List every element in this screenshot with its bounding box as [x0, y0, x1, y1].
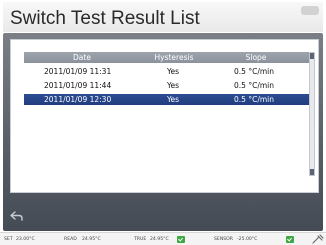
column-header-slope[interactable]: Slope: [208, 52, 304, 63]
scroll-down-arrow[interactable]: [310, 169, 314, 175]
screen: Switch Test Result List Date Hysteresis …: [0, 0, 326, 245]
cell-slope: 0.5 °C/min: [234, 95, 274, 104]
status-sensor-value: -25.00°C: [237, 237, 258, 242]
status-bar: SET 23.00°C READ 24.95°C TRUE 24.95°C SE…: [0, 232, 326, 245]
probe-icon: [312, 234, 324, 244]
sensor-ok-check-icon: [286, 236, 294, 243]
scrollbar[interactable]: [309, 52, 315, 176]
table-header: Date Hysteresis Slope: [24, 52, 309, 63]
page-title: Switch Test Result List: [10, 8, 200, 29]
cell-date: 2011/01/09 11:31: [44, 67, 112, 76]
cell-slope: 0.5 °C/min: [234, 67, 274, 76]
status-read-label: READ: [64, 237, 77, 242]
table-row[interactable]: 2011/01/09 11:31 Yes 0.5 °C/min: [24, 66, 309, 77]
cell-hysteresis: Yes: [166, 95, 180, 104]
status-true-value: 24.95°C: [150, 237, 169, 242]
status-sensor-label: SENSOR: [214, 237, 233, 242]
table-row[interactable]: 2011/01/09 11:44 Yes 0.5 °C/min: [24, 80, 309, 91]
status-set-label: SET: [4, 237, 13, 242]
scroll-up-arrow[interactable]: [310, 53, 314, 59]
table-row-selected[interactable]: 2011/01/09 12:30 Yes 0.5 °C/min: [24, 94, 309, 105]
status-set-value: 23.00°C: [16, 237, 35, 242]
corner-badge: [301, 6, 319, 15]
cell-slope: 0.5 °C/min: [234, 81, 274, 90]
column-header-hysteresis[interactable]: Hysteresis: [144, 52, 204, 63]
back-arrow-icon[interactable]: [10, 211, 24, 221]
title-bar: Switch Test Result List: [3, 2, 323, 32]
cell-hysteresis: Yes: [166, 67, 180, 76]
cell-hysteresis: Yes: [166, 81, 180, 90]
cell-date: 2011/01/09 12:30: [44, 95, 112, 104]
cell-date: 2011/01/09 11:44: [44, 81, 112, 90]
status-true-label: TRUE: [134, 237, 147, 242]
column-header-date[interactable]: Date: [24, 52, 140, 63]
true-ok-check-icon: [177, 236, 185, 243]
status-read-value: 24.95°C: [82, 237, 101, 242]
